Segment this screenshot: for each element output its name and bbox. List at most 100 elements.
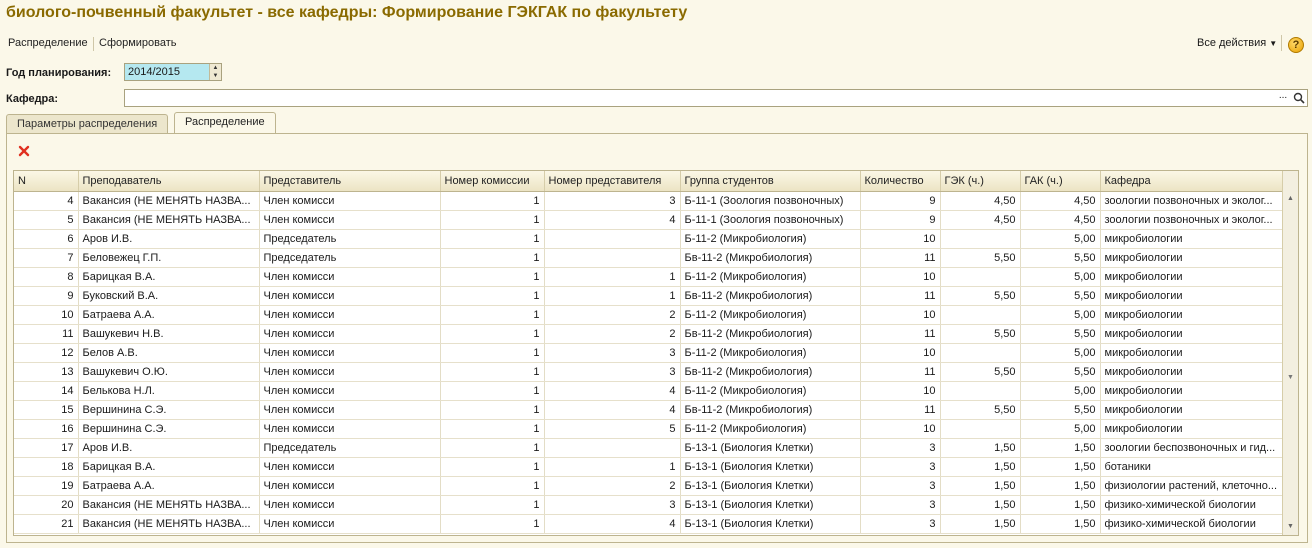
col-department-cell: физико-химической биологии	[1100, 495, 1285, 515]
col-gak-hours-cell: 5,00	[1020, 229, 1101, 249]
table-row[interactable]: 19 Батраева А.А. Член комисси 1 2 Б-13-1 (Био…	[14, 476, 1285, 496]
col-n-cell: 12	[14, 343, 79, 363]
col-n-cell: 14	[14, 381, 79, 401]
col-student-group-header[interactable]: Группа студентов	[680, 171, 861, 192]
table-row[interactable]: 20 Вакансия (НЕ МЕНЯТЬ НАЗВА... Член комис…	[14, 495, 1285, 515]
tab-distribution[interactable]: Распределение	[174, 112, 276, 134]
col-gak-hours-cell: 4,50	[1020, 191, 1101, 211]
col-representative-number-cell: 3	[544, 191, 681, 211]
col-gek-hours-cell: 1,50	[940, 457, 1021, 477]
distribution-button[interactable]: Распределение	[8, 37, 88, 49]
table-row[interactable]: 12 Белов А.В. Член комисси 1 3 Б-11-2 (Микроб…	[14, 343, 1285, 363]
col-count-cell: 10	[860, 229, 941, 249]
scroll-up-icon[interactable]: ▲	[1283, 191, 1298, 207]
col-gek-hours-cell: 1,50	[940, 514, 1021, 534]
col-student-group-cell: Б-11-2 (Микробиология)	[680, 229, 861, 249]
col-student-group-cell: Б-11-2 (Микробиология)	[680, 381, 861, 401]
col-representative-number-cell: 4	[544, 210, 681, 230]
col-n-cell: 17	[14, 438, 79, 458]
spin-up-icon[interactable]: ▲	[210, 64, 221, 72]
col-student-group-cell: Б-11-2 (Микробиология)	[680, 419, 861, 439]
year-input[interactable]: 2014/2015 ▲ ▼	[124, 63, 222, 81]
col-teacher-cell: Вершинина С.Э.	[78, 400, 260, 420]
scroll-indicator-icon[interactable]: ▼	[1287, 374, 1294, 381]
col-gek-hours-cell	[940, 343, 1021, 363]
table-row[interactable]: 5 Вакансия (НЕ МЕНЯТЬ НАЗВА... Член комисс…	[14, 210, 1285, 230]
table-row[interactable]: 15 Вершинина С.Э. Член комисси 1 4 Бв-11-2 (М…	[14, 400, 1285, 420]
col-count-cell: 10	[860, 419, 941, 439]
col-commission-number-cell: 1	[440, 438, 545, 458]
col-role-header[interactable]: Представитель	[259, 171, 441, 192]
year-spinner[interactable]: ▲ ▼	[209, 64, 221, 80]
tab-distribution-params[interactable]: Параметры распределения	[6, 114, 169, 134]
year-value: 2014/2015	[128, 66, 180, 78]
table-row[interactable]: 8 Барицкая В.А. Член комисси 1 1 Б-11-2 (Микр…	[14, 267, 1285, 287]
all-actions-menu[interactable]: Все действия ▼	[1197, 37, 1277, 49]
table-row[interactable]: 18 Барицкая В.А. Член комисси 1 1 Б-13-1 (Био…	[14, 457, 1285, 477]
table-row[interactable]: 6 Аров И.В. Председатель 1 Б-11-2 (Микробиол…	[14, 229, 1285, 249]
table-row[interactable]: 16 Вершинина С.Э. Член комисси 1 5 Б-11-2 (Ми…	[14, 419, 1285, 439]
col-commission-number-cell: 1	[440, 191, 545, 211]
col-role-cell: Член комисси	[259, 324, 441, 344]
col-gek-hours-cell	[940, 267, 1021, 287]
col-teacher-cell: Буковский В.А.	[78, 286, 260, 306]
col-gak-hours-header[interactable]: ГАК (ч.)	[1020, 171, 1101, 192]
help-icon[interactable]: ?	[1288, 37, 1304, 53]
col-role-cell: Член комисси	[259, 286, 441, 306]
col-teacher-cell: Вакансия (НЕ МЕНЯТЬ НАЗВА...	[78, 514, 260, 534]
table-row[interactable]: 4 Вакансия (НЕ МЕНЯТЬ НАЗВА... Член комисс…	[14, 191, 1285, 211]
department-input[interactable]: ...	[124, 89, 1308, 107]
table-row[interactable]: 21 Вакансия (НЕ МЕНЯТЬ НАЗВА... Член комис…	[14, 514, 1285, 534]
col-student-group-cell: Б-13-1 (Биология Клетки)	[680, 514, 861, 534]
col-student-group-cell: Б-11-2 (Микробиология)	[680, 267, 861, 287]
col-teacher-header[interactable]: Преподаватель	[78, 171, 260, 192]
col-n-header[interactable]: N	[14, 171, 79, 192]
window-title: биолого-почвенный факультет - все кафедр…	[6, 4, 688, 21]
col-commission-number-header[interactable]: Номер комиссии	[440, 171, 545, 192]
col-gek-hours-cell: 4,50	[940, 191, 1021, 211]
col-count-cell: 11	[860, 362, 941, 382]
col-representative-number-header[interactable]: Номер представителя	[544, 171, 681, 192]
table-row[interactable]: 14 Белькова Н.Л. Член комисси 1 4 Б-11-2 (Мик…	[14, 381, 1285, 401]
col-student-group-cell: Бв-11-2 (Микробиология)	[680, 286, 861, 306]
search-icon[interactable]	[1292, 90, 1306, 106]
table-row[interactable]: 7 Беловежец Г.П. Председатель 1 Бв-11-2 (Мик…	[14, 248, 1285, 268]
col-student-group-cell: Б-13-1 (Биология Клетки)	[680, 457, 861, 477]
col-n-cell: 21	[14, 514, 79, 534]
vertical-scrollbar[interactable]: ▲ ▼ ▼	[1282, 171, 1298, 535]
col-representative-number-cell: 3	[544, 495, 681, 515]
col-n-cell: 4	[14, 191, 79, 211]
col-n-cell: 20	[14, 495, 79, 515]
spin-down-icon[interactable]: ▼	[210, 72, 221, 80]
col-count-header[interactable]: Количество	[860, 171, 941, 192]
table-row[interactable]: 17 Аров И.В. Председатель 1 Б-13-1 (Биология…	[14, 438, 1285, 458]
col-department-header[interactable]: Кафедра	[1100, 171, 1285, 192]
col-gak-hours-cell: 5,00	[1020, 305, 1101, 325]
col-representative-number-cell	[544, 229, 681, 249]
col-count-cell: 9	[860, 191, 941, 211]
col-department-cell: микробиологии	[1100, 419, 1285, 439]
select-ellipsis-button[interactable]: ...	[1275, 90, 1291, 106]
col-teacher-cell: Белов А.В.	[78, 343, 260, 363]
table-row[interactable]: 11 Вашукевич Н.В. Член комисси 1 2 Бв-11-2 (М…	[14, 324, 1285, 344]
delete-icon[interactable]	[17, 144, 31, 158]
col-department-cell: микробиологии	[1100, 286, 1285, 306]
col-role-cell: Член комисси	[259, 381, 441, 401]
col-teacher-cell: Батраева А.А.	[78, 476, 260, 496]
table-row[interactable]: 13 Вашукевич О.Ю. Член комисси 1 3 Бв-11-2 (М…	[14, 362, 1285, 382]
col-representative-number-cell: 3	[544, 362, 681, 382]
scroll-down-icon[interactable]: ▼	[1283, 519, 1298, 535]
distribution-table: N Преподаватель Представитель Номер комисси…	[13, 170, 1299, 536]
table-row[interactable]: 9 Буковский В.А. Член комисси 1 1 Бв-11-2 (Ми…	[14, 286, 1285, 306]
col-gek-hours-cell: 5,50	[940, 400, 1021, 420]
col-gek-hours-cell: 4,50	[940, 210, 1021, 230]
col-representative-number-cell: 2	[544, 324, 681, 344]
table-row[interactable]: 10 Батраева А.А. Член комисси 1 2 Б-11-2 (Мик…	[14, 305, 1285, 325]
col-commission-number-cell: 1	[440, 495, 545, 515]
col-gek-hours-header[interactable]: ГЭК (ч.)	[940, 171, 1021, 192]
form-button[interactable]: Сформировать	[99, 37, 177, 49]
col-gek-hours-cell: 5,50	[940, 286, 1021, 306]
col-teacher-cell: Барицкая В.А.	[78, 267, 260, 287]
col-representative-number-cell: 3	[544, 343, 681, 363]
col-n-cell: 8	[14, 267, 79, 287]
